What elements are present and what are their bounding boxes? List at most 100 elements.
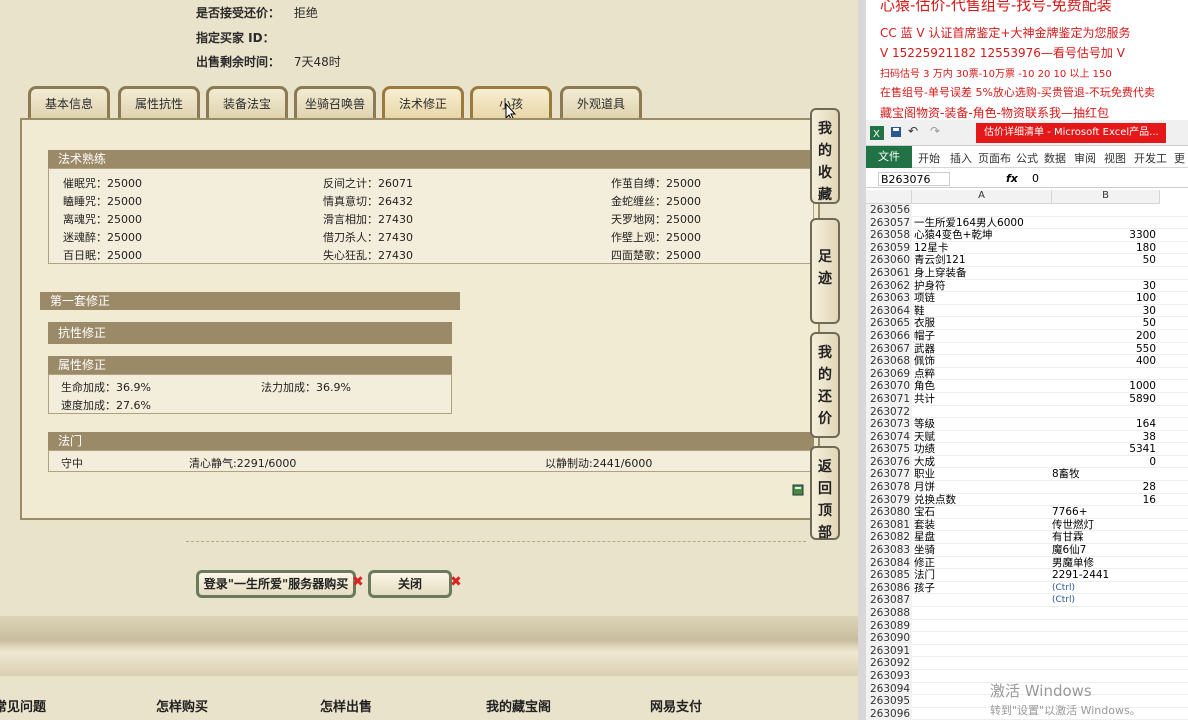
row-number[interactable]: 263089 bbox=[866, 619, 912, 633]
ribbon-tab-insert[interactable]: 插入 bbox=[950, 150, 972, 166]
sheet-row[interactable]: 263064 鞋 30 bbox=[866, 304, 1188, 318]
back-to-top-button[interactable]: 返回顶部 bbox=[810, 446, 840, 541]
cell-a[interactable]: 等级 bbox=[914, 418, 1050, 431]
cell-a[interactable]: 项链 bbox=[914, 292, 1050, 305]
ribbon-tab-review[interactable]: 审阅 bbox=[1074, 150, 1096, 166]
sheet-row[interactable]: 263092 bbox=[866, 657, 1188, 670]
ribbon-tab-layout[interactable]: 页面布 bbox=[978, 150, 1011, 166]
sheet-row[interactable]: 263087 (Ctrl) bbox=[866, 594, 1188, 607]
cell-a[interactable]: 法门 bbox=[914, 569, 1050, 582]
cell-b[interactable]: 男魔单修 bbox=[1052, 557, 1156, 570]
cell-b[interactable]: 164 bbox=[1052, 418, 1156, 431]
row-number[interactable]: 263056 bbox=[866, 204, 912, 217]
close-button[interactable]: 关闭 bbox=[368, 570, 452, 598]
row-number[interactable]: 263080 bbox=[866, 506, 912, 519]
cell-a[interactable]: 宝石 bbox=[914, 506, 1050, 519]
cell-b[interactable]: 3300 bbox=[1052, 229, 1156, 242]
footer-how-sell-link[interactable]: 怎样出售 bbox=[320, 696, 372, 715]
cell-b[interactable]: (Ctrl) bbox=[1052, 594, 1156, 607]
row-number[interactable]: 263085 bbox=[866, 569, 912, 582]
sheet-row[interactable]: 263089 bbox=[866, 619, 1188, 633]
footer-my-treasure-link[interactable]: 我的藏宝阁 bbox=[486, 696, 551, 715]
sheet-row[interactable]: 263086 孩子 (Ctrl) bbox=[866, 581, 1188, 595]
cell-b[interactable]: 100 bbox=[1052, 292, 1156, 305]
tab-spell-mods[interactable]: 法术修正 bbox=[382, 86, 464, 118]
sheet-row[interactable]: 263070 角色 1000 bbox=[866, 380, 1188, 393]
row-number[interactable]: 263059 bbox=[866, 241, 912, 255]
sheet-row[interactable]: 263063 项链 100 bbox=[866, 292, 1188, 305]
row-number[interactable]: 263087 bbox=[866, 594, 912, 607]
cell-b[interactable]: 400 bbox=[1052, 355, 1156, 368]
sheet-row[interactable]: 263090 bbox=[866, 632, 1188, 645]
cell-b[interactable]: 有甘霖 bbox=[1052, 531, 1156, 544]
cell-a[interactable]: 兑换点数 bbox=[914, 494, 1050, 507]
calculator-icon[interactable] bbox=[792, 484, 804, 496]
row-number[interactable]: 263077 bbox=[866, 468, 912, 482]
cell-b[interactable]: 38 bbox=[1052, 431, 1156, 444]
sheet-row[interactable]: 263082 星盘 有甘霖 bbox=[866, 531, 1188, 545]
cell-a[interactable]: 衣服 bbox=[914, 317, 1050, 330]
cell-b[interactable]: 200 bbox=[1052, 330, 1156, 343]
ribbon-tab-home[interactable]: 开始 bbox=[918, 150, 940, 166]
name-box[interactable]: B263076 bbox=[878, 172, 950, 186]
cell-b[interactable]: 5341 bbox=[1052, 443, 1156, 456]
row-number[interactable]: 263076 bbox=[866, 455, 912, 469]
cell-b[interactable]: 5890 bbox=[1052, 393, 1156, 406]
column-header-a[interactable]: A bbox=[912, 190, 1052, 204]
sheet-row[interactable]: 263091 bbox=[866, 644, 1188, 658]
sheet-row[interactable]: 263077 职业 8畜牧 bbox=[866, 468, 1188, 482]
cell-b[interactable]: 50 bbox=[1052, 254, 1156, 267]
login-buy-button[interactable]: 登录"一生所爱"服务器购买 bbox=[196, 570, 356, 598]
row-number[interactable]: 263068 bbox=[866, 355, 912, 368]
cell-a[interactable]: 共计 bbox=[914, 393, 1050, 406]
cell-b[interactable]: 8畜牧 bbox=[1052, 468, 1156, 481]
row-number[interactable]: 263084 bbox=[866, 556, 912, 570]
ribbon-tab-data[interactable]: 数据 bbox=[1044, 150, 1066, 166]
row-number[interactable]: 263072 bbox=[866, 405, 912, 419]
footer-pay-link[interactable]: 网易支付 bbox=[650, 696, 702, 715]
cell-a[interactable]: 大成 bbox=[914, 456, 1050, 469]
cell-b[interactable]: 28 bbox=[1052, 481, 1156, 494]
sheet-row[interactable]: 263079 兑换点数 16 bbox=[866, 493, 1188, 507]
cell-b[interactable]: (Ctrl) bbox=[1052, 582, 1156, 595]
formula-input[interactable]: 0 bbox=[1032, 172, 1039, 185]
save-icon[interactable] bbox=[890, 126, 902, 138]
sheet-row[interactable]: 263080 宝石 7766+ bbox=[866, 506, 1188, 519]
redo-icon[interactable]: ↷ bbox=[930, 124, 940, 138]
cell-a[interactable]: 孩子 bbox=[914, 582, 1050, 595]
cell-b[interactable]: 0 bbox=[1052, 456, 1156, 469]
cell-a[interactable]: 青云剑121 bbox=[914, 254, 1050, 267]
my-counter-offers-button[interactable]: 我的还价 bbox=[810, 332, 840, 438]
cell-b[interactable]: 7766+ bbox=[1052, 506, 1156, 519]
cell-a[interactable]: 护身符 bbox=[914, 280, 1050, 293]
cell-a[interactable]: 佩饰 bbox=[914, 355, 1050, 368]
sheet-row[interactable]: 263075 功绩 5341 bbox=[866, 443, 1188, 456]
sheet-row[interactable]: 263066 帽子 200 bbox=[866, 329, 1188, 343]
row-number[interactable]: 263083 bbox=[866, 544, 912, 557]
sheet-row[interactable]: 263073 等级 164 bbox=[866, 418, 1188, 431]
sheet-row[interactable]: 263081 套装 传世燃灯 bbox=[866, 518, 1188, 532]
row-number[interactable]: 263078 bbox=[866, 481, 912, 494]
row-number[interactable]: 263075 bbox=[866, 443, 912, 456]
select-all-corner[interactable] bbox=[866, 190, 912, 204]
cell-a[interactable]: 心猿4变色+乾坤 bbox=[914, 229, 1050, 242]
footprint-button[interactable]: 足迹 bbox=[810, 218, 840, 324]
ribbon-tab-developer[interactable]: 开发工 bbox=[1134, 150, 1167, 166]
row-number[interactable]: 263086 bbox=[866, 581, 912, 595]
row-number[interactable]: 263067 bbox=[866, 342, 912, 356]
tab-appearance[interactable]: 外观道具 bbox=[560, 86, 642, 118]
row-number[interactable]: 263091 bbox=[866, 644, 912, 658]
cell-a[interactable]: 身上穿装备 bbox=[914, 267, 1050, 280]
footer-faq-link[interactable]: 常见问题 bbox=[0, 696, 46, 715]
row-number[interactable]: 263073 bbox=[866, 418, 912, 431]
cell-a[interactable]: 功绩 bbox=[914, 443, 1050, 456]
sheet-row[interactable]: 263061 身上穿装备 bbox=[866, 266, 1188, 280]
sheet-row[interactable]: 263069 点粹 bbox=[866, 367, 1188, 381]
sheet-row[interactable]: 263057 一生所爱164男人6000 bbox=[866, 216, 1188, 230]
cell-a[interactable]: 星盘 bbox=[914, 531, 1050, 544]
sheet-row[interactable]: 263056 bbox=[866, 204, 1188, 217]
column-header-b[interactable]: B bbox=[1052, 190, 1160, 204]
row-number[interactable]: 263095 bbox=[866, 695, 912, 708]
sheet-row[interactable]: 263084 修正 男魔单修 bbox=[866, 556, 1188, 570]
sheet-row[interactable]: 263088 bbox=[866, 607, 1188, 620]
